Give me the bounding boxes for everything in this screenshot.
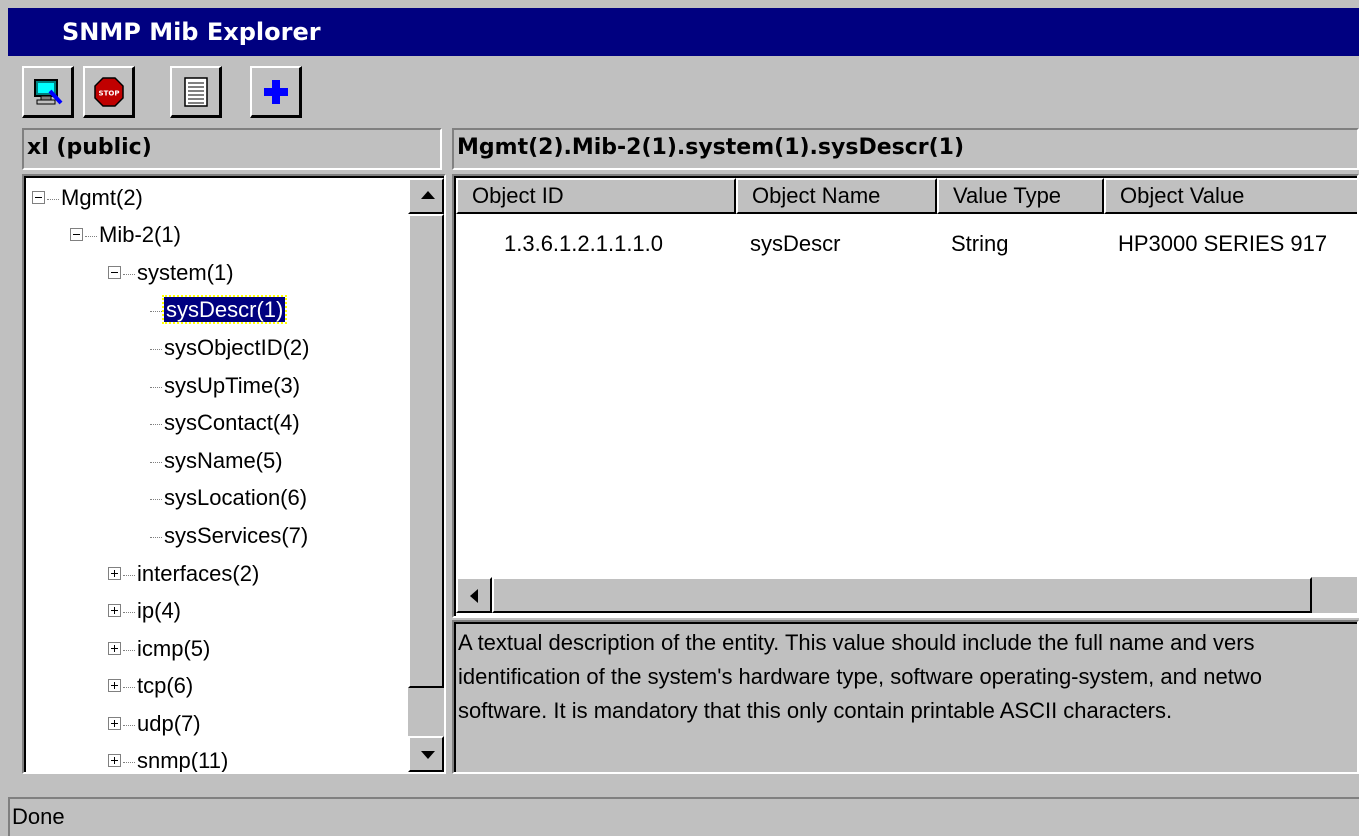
description-line: software. It is mandatory that this only… [458,698,1173,723]
expand-icon[interactable] [108,678,121,692]
scroll-thumb[interactable] [408,214,444,688]
tree-node[interactable]: Mgmt(2) [32,180,143,216]
tree-node[interactable]: udp(7) [108,706,201,742]
collapse-icon[interactable] [32,190,45,204]
collapse-icon[interactable] [108,265,121,279]
tree-node[interactable]: sysUpTime(3) [150,368,300,404]
app-window: SNMP Mib Explorer STOP xl (public) Mgmt(… [0,0,1359,836]
tree-node[interactable]: sysLocation(6) [150,480,307,516]
detail-path-header: Mgmt(2).Mib-2(1).system(1).sysDescr(1) [452,128,1359,170]
tree-node[interactable]: icmp(5) [108,631,210,667]
title-bar[interactable]: SNMP Mib Explorer [8,8,1359,56]
list-icon [184,77,208,107]
object-list-view: Object ID Object Name Value Type Object … [452,174,1359,618]
tree-node[interactable]: sysServices(7) [150,518,308,554]
description-line: A textual description of the entity. Thi… [458,630,1255,655]
tree-node[interactable]: Mib-2(1) [70,217,181,253]
tree-node[interactable]: system(1) [108,255,234,291]
expand-icon[interactable] [108,753,121,767]
expand-icon[interactable] [108,566,121,580]
tree-node-selected[interactable]: sysDescr(1) [150,292,288,328]
description-panel: A textual description of the entity. Thi… [452,620,1359,774]
connect-button[interactable] [22,66,74,118]
scroll-left-button[interactable] [456,577,492,613]
add-icon [264,80,288,104]
svg-text:STOP: STOP [99,90,120,98]
add-button[interactable] [250,66,302,118]
tree-node[interactable]: snmp(11) [108,743,228,772]
expand-icon[interactable] [108,603,121,617]
scroll-down-button[interactable] [408,736,444,772]
column-header-object-value[interactable]: Object Value [1104,178,1357,214]
description-line: identification of the system's hardware … [458,664,1262,689]
tree-node[interactable]: sysObjectID(2) [150,330,309,366]
cell-object-value: HP3000 SERIES 917 [1118,231,1328,256]
down-arrow-icon [421,751,435,759]
list-view-button[interactable] [170,66,222,118]
mib-tree: Mgmt(2) Mib-2(1) system(1) sysDescr(1) s… [22,174,446,774]
expand-icon[interactable] [108,641,121,655]
tree-node[interactable]: interfaces(2) [108,556,259,592]
up-arrow-icon [421,191,435,199]
scroll-up-button[interactable] [408,178,444,214]
tree-node[interactable]: sysContact(4) [150,405,300,441]
toolbar: STOP [8,56,1359,126]
tree-node[interactable]: tcp(6) [108,668,193,704]
connect-icon [34,79,63,105]
left-arrow-icon [470,589,478,603]
cell-object-id: 1.3.6.1.2.1.1.1.0 [504,231,664,256]
collapse-icon[interactable] [70,227,83,241]
oid-path: Mgmt(2).Mib-2(1).system(1).sysDescr(1) [457,135,965,160]
stop-icon: STOP [94,77,124,107]
list-horizontal-scrollbar[interactable] [456,577,1357,613]
expand-icon[interactable] [108,716,121,730]
tree-vertical-scrollbar[interactable] [408,178,444,772]
status-text: Done [12,804,65,829]
stop-button[interactable]: STOP [83,66,135,118]
column-header-object-id[interactable]: Object ID [456,178,736,214]
tree-node[interactable]: ip(4) [108,593,181,629]
cell-object-name: sysDescr [750,231,841,256]
column-header-object-name[interactable]: Object Name [736,178,937,214]
tree-panel-header: xl (public) [22,128,442,170]
cell-value-type: String [951,231,1009,256]
tree-node[interactable]: sysName(5) [150,443,283,479]
window-title: SNMP Mib Explorer [62,18,321,46]
status-bar: Done [8,797,1359,836]
horizontal-scroll-thumb[interactable] [492,577,1312,613]
agent-name: xl (public) [27,135,152,160]
column-header-value-type[interactable]: Value Type [937,178,1104,214]
